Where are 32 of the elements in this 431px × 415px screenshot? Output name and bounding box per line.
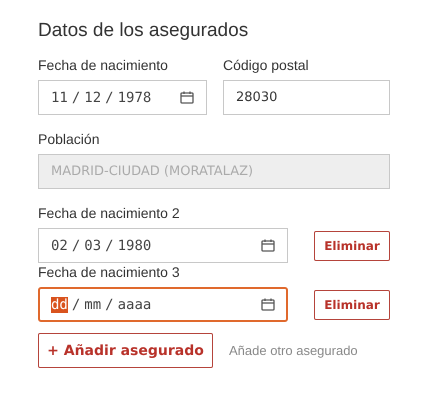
add-button[interactable]: + Añadir asegurado	[38, 333, 213, 368]
field-label: Fecha de nacimiento 3	[38, 264, 181, 281]
date-field[interactable]: 11 / 12 / 1978	[38, 80, 207, 115]
date-separator: /	[72, 90, 80, 106]
date-field[interactable]: 02 / 03 / 1980	[38, 228, 288, 263]
date-segment[interactable]: 03	[84, 238, 102, 254]
date-segment[interactable]: 1980	[118, 238, 152, 254]
remove-button[interactable]: Eliminar	[314, 231, 390, 261]
date-separator: /	[105, 296, 114, 312]
section-title: Datos de los asegurados	[38, 19, 250, 43]
field-label: Fecha de nacimiento 2	[38, 205, 181, 222]
calendar-icon[interactable]	[180, 91, 194, 104]
calendar-icon[interactable]	[261, 298, 275, 311]
input-field[interactable]: 28030	[223, 80, 390, 115]
date-segment[interactable]: aaaa	[118, 296, 152, 312]
hint-text: Añade otro asegurado	[229, 343, 358, 358]
date-segment[interactable]: 11	[51, 90, 68, 106]
field-label: Fecha de nacimiento	[38, 57, 169, 74]
date-separator: /	[105, 90, 114, 106]
field-label: Código postal	[223, 57, 310, 74]
date-segment[interactable]: 02	[51, 238, 68, 254]
date-separator: /	[105, 238, 114, 254]
date-segment[interactable]: 1978	[118, 90, 152, 106]
calendar-icon[interactable]	[261, 239, 275, 252]
date-segment[interactable]: 12	[84, 90, 102, 106]
date-separator: /	[72, 238, 80, 254]
remove-button[interactable]: Eliminar	[314, 290, 390, 320]
date-field[interactable]: dd / mm / aaaa	[38, 287, 288, 322]
date-segment[interactable]: mm	[84, 296, 102, 312]
date-separator: /	[72, 296, 80, 312]
date-segment[interactable]: dd	[51, 296, 68, 312]
field-label: Población	[38, 131, 100, 148]
